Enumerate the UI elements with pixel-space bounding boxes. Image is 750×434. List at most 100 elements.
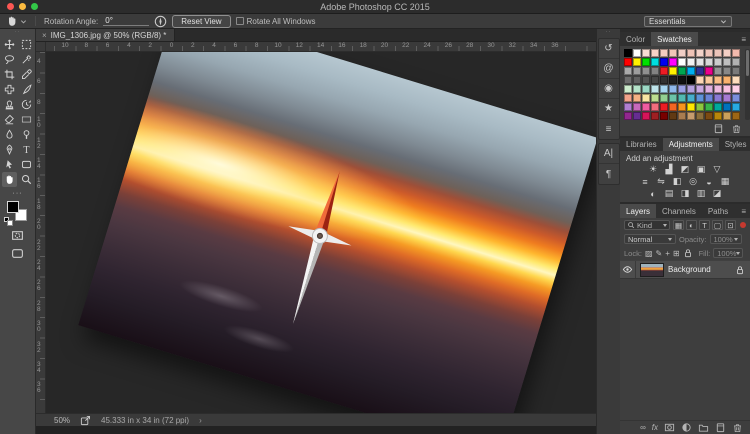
swatch[interactable]: [732, 94, 740, 102]
swatch[interactable]: [705, 58, 713, 66]
posterize-adjustment-icon[interactable]: ▤: [663, 188, 675, 199]
swatch[interactable]: [714, 49, 722, 57]
threshold-adjustment-icon[interactable]: ◨: [679, 188, 691, 199]
paragraph-panel-icon[interactable]: ¶: [599, 164, 619, 184]
invert-adjustment-icon[interactable]: ◐: [647, 188, 659, 199]
swatch[interactable]: [705, 67, 713, 75]
vertical-ruler[interactable]: 4681 01 21 41 61 82 02 22 42 62 83 03 23…: [36, 52, 46, 413]
swatch[interactable]: [669, 85, 677, 93]
blur-tool[interactable]: [2, 127, 17, 142]
horizontal-ruler[interactable]: 108642024681012141618202224262830323436: [46, 42, 596, 52]
filter-toggle[interactable]: [740, 222, 746, 228]
swatch[interactable]: [696, 76, 704, 84]
swatch[interactable]: [723, 103, 731, 111]
close-tab-icon[interactable]: ×: [42, 31, 47, 40]
swatch[interactable]: [723, 67, 731, 75]
layer-style-button[interactable]: fx: [652, 423, 658, 432]
filter-adjustment-layers-icon[interactable]: ◐: [686, 220, 697, 230]
swatch[interactable]: [660, 67, 668, 75]
swatch[interactable]: [624, 49, 632, 57]
add-layer-mask-button[interactable]: [664, 422, 675, 433]
eyedropper-tool[interactable]: [19, 67, 34, 82]
new-layer-button[interactable]: [715, 422, 726, 433]
channel-mixer-adjustment-icon[interactable]: ◒: [703, 176, 715, 187]
swatch[interactable]: [723, 85, 731, 93]
swatch[interactable]: [633, 67, 641, 75]
clone-stamp-tool[interactable]: [2, 97, 17, 112]
swatch[interactable]: [642, 94, 650, 102]
swatch[interactable]: [633, 94, 641, 102]
rotation-angle-input[interactable]: 0°: [103, 16, 149, 26]
swatch[interactable]: [642, 49, 650, 57]
new-swatch-icon[interactable]: [713, 123, 724, 134]
clone-source-panel-icon[interactable]: ◉: [599, 79, 619, 99]
device-preview-panel-icon[interactable]: @: [599, 59, 619, 79]
swatch[interactable]: [687, 103, 695, 111]
tab-layers[interactable]: Layers: [620, 204, 656, 218]
curves-adjustment-icon[interactable]: ◩: [679, 164, 691, 175]
filter-kind-dropdown[interactable]: Kind: [624, 220, 670, 230]
status-chevron-icon[interactable]: ›: [199, 416, 202, 425]
dodge-tool[interactable]: [19, 127, 34, 142]
panel-menu-icon[interactable]: ≡: [741, 32, 750, 46]
swatch[interactable]: [732, 85, 740, 93]
swatch[interactable]: [696, 49, 704, 57]
swatch[interactable]: [687, 85, 695, 93]
history-brush-tool[interactable]: [19, 97, 34, 112]
opacity-dropdown[interactable]: 100%: [710, 234, 742, 244]
swatch[interactable]: [732, 76, 740, 84]
panel-menu-icon[interactable]: ≡: [741, 204, 750, 218]
gradient-map-adjustment-icon[interactable]: ▥: [695, 188, 707, 199]
swatch[interactable]: [624, 58, 632, 66]
swatch[interactable]: [678, 58, 686, 66]
canvas[interactable]: [78, 52, 596, 413]
swatch[interactable]: [642, 67, 650, 75]
path-selection-tool[interactable]: [2, 157, 17, 172]
swatch[interactable]: [633, 112, 641, 120]
swatch[interactable]: [669, 94, 677, 102]
properties-panel-icon[interactable]: ≡: [599, 119, 619, 139]
swatch[interactable]: [687, 76, 695, 84]
checkbox-box[interactable]: [236, 17, 244, 25]
swatch[interactable]: [651, 76, 659, 84]
black-white-adjustment-icon[interactable]: ◧: [671, 176, 683, 187]
character-panel-icon[interactable]: A|: [599, 144, 619, 164]
default-colors-icon[interactable]: [4, 217, 9, 222]
swatch[interactable]: [624, 67, 632, 75]
swatch[interactable]: [678, 85, 686, 93]
new-adjustment-layer-button[interactable]: [681, 422, 692, 433]
swatch[interactable]: [723, 112, 731, 120]
swatch[interactable]: [660, 76, 668, 84]
rotate-view-tool[interactable]: [2, 172, 17, 187]
swatch[interactable]: [669, 67, 677, 75]
swatch[interactable]: [651, 103, 659, 111]
zoom-tool[interactable]: [19, 172, 34, 187]
swatch[interactable]: [714, 94, 722, 102]
filter-smart-objects-icon[interactable]: ⊡: [725, 220, 736, 230]
rectangular-marquee-tool[interactable]: [19, 37, 34, 52]
swatch[interactable]: [678, 94, 686, 102]
filter-type-layers-icon[interactable]: T: [699, 220, 710, 230]
swatch[interactable]: [705, 112, 713, 120]
swatch[interactable]: [714, 76, 722, 84]
swatch[interactable]: [705, 103, 713, 111]
hue-saturation-adjustment-icon[interactable]: ≡: [639, 176, 651, 187]
tab-styles[interactable]: Styles: [719, 138, 750, 151]
swatch[interactable]: [660, 112, 668, 120]
filter-pixel-layers-icon[interactable]: ▦: [673, 220, 684, 230]
type-tool[interactable]: [19, 142, 34, 157]
swatch[interactable]: [642, 58, 650, 66]
swatch[interactable]: [633, 49, 641, 57]
swatch[interactable]: [642, 112, 650, 120]
tab-channels[interactable]: Channels: [656, 204, 702, 218]
swatch[interactable]: [732, 112, 740, 120]
swatch[interactable]: [714, 67, 722, 75]
swatch[interactable]: [651, 67, 659, 75]
swatch[interactable]: [660, 94, 668, 102]
swatch[interactable]: [669, 58, 677, 66]
swatch[interactable]: [696, 85, 704, 93]
lock-artboard-icon[interactable]: ⊞: [673, 249, 680, 258]
swatch[interactable]: [678, 103, 686, 111]
foreground-color-chip[interactable]: [7, 201, 19, 213]
swatch[interactable]: [687, 58, 695, 66]
